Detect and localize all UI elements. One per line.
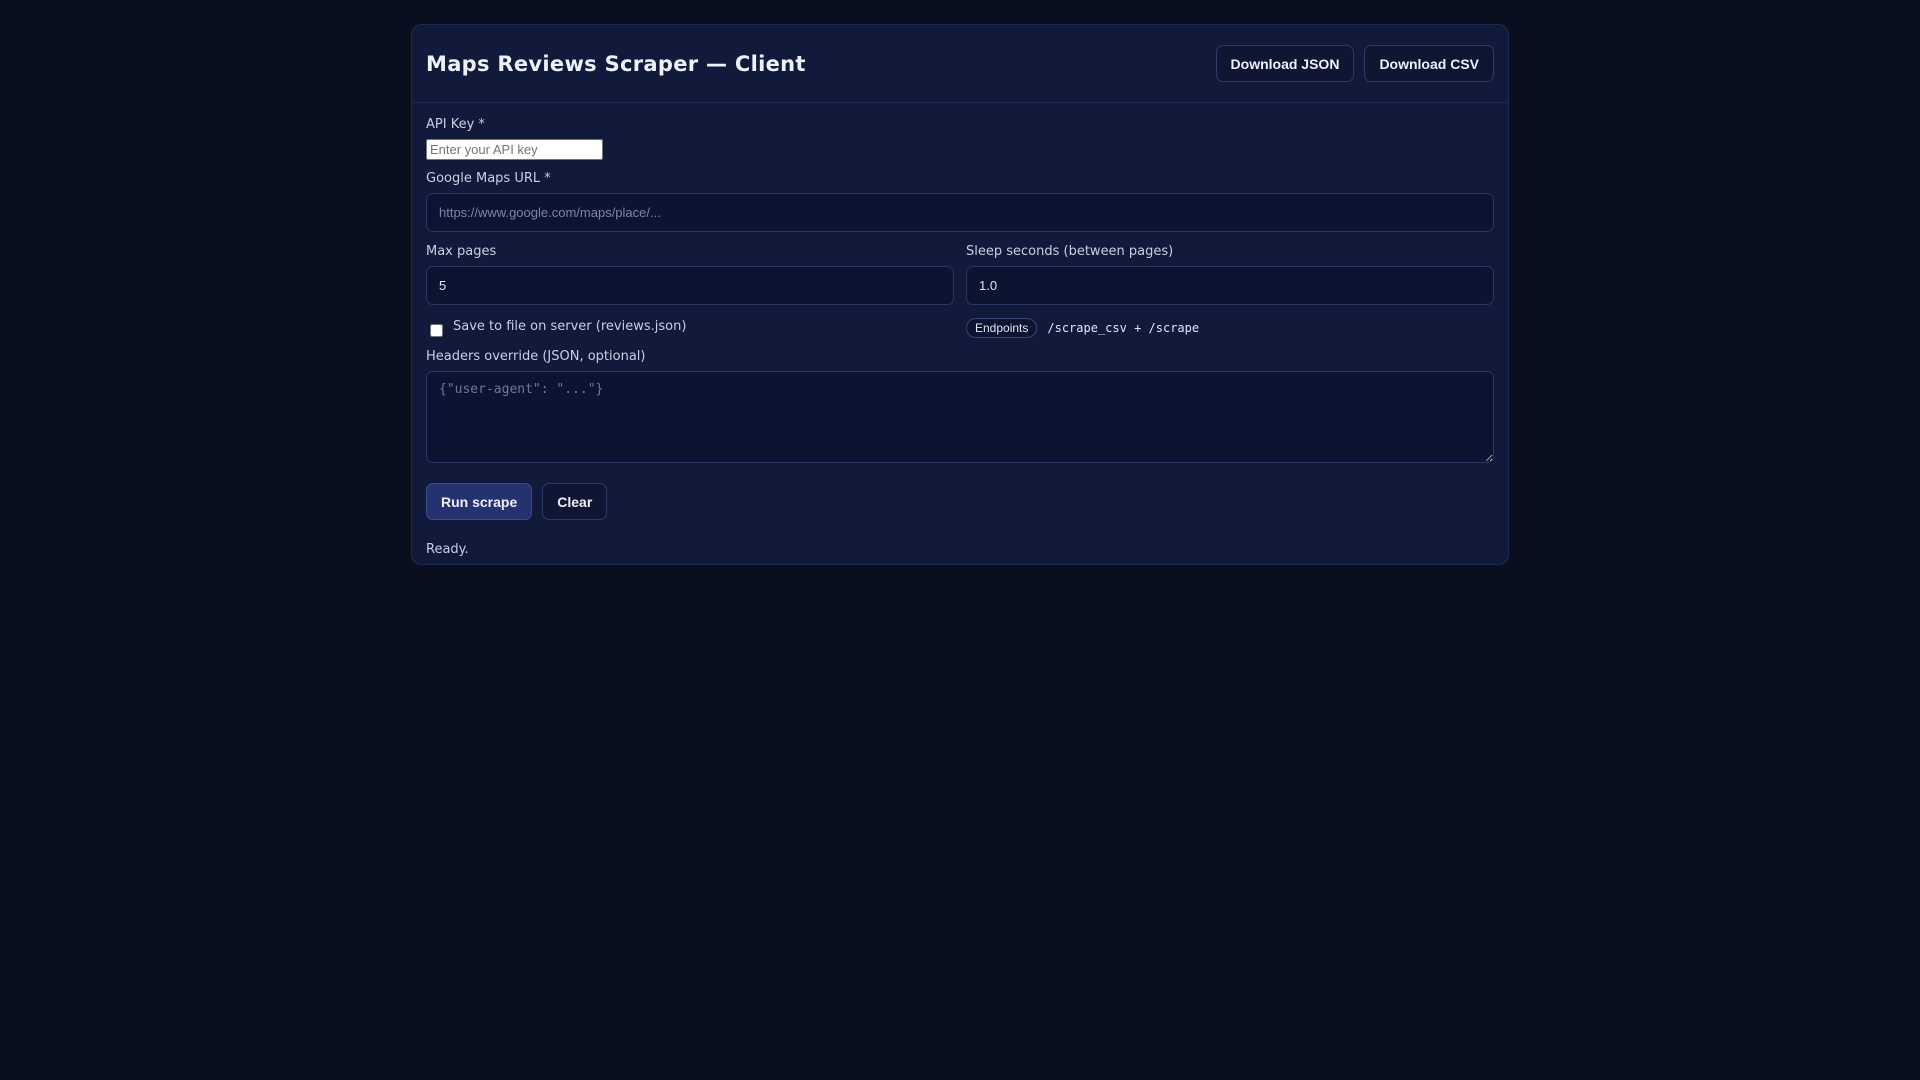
run-scrape-button[interactable]: Run scrape xyxy=(426,483,533,520)
endpoints-info: Endpoints /scrape_csv + /scrape xyxy=(966,315,1494,341)
headers-override-textarea[interactable] xyxy=(426,371,1494,463)
save-to-file-checkbox[interactable] xyxy=(430,323,443,337)
sleep-seconds-input[interactable] xyxy=(966,266,1494,305)
panel-header: Maps Reviews Scraper — Client Download J… xyxy=(412,25,1508,103)
form-actions: Run scrape Clear xyxy=(426,483,1494,520)
save-to-file-label: Save to file on server (reviews.json) xyxy=(453,318,687,334)
download-csv-button[interactable]: Download CSV xyxy=(1364,45,1494,82)
endpoints-badge: Endpoints xyxy=(966,318,1038,338)
scraper-panel: Maps Reviews Scraper — Client Download J… xyxy=(411,24,1509,565)
api-key-label: API Key * xyxy=(426,117,485,132)
header-actions: Download JSON Download CSV xyxy=(1215,45,1494,82)
page-title: Maps Reviews Scraper — Client xyxy=(426,51,806,76)
pages-sleep-row: Max pages Sleep seconds (between pages) xyxy=(426,244,1494,305)
endpoints-text: /scrape_csv + /scrape xyxy=(1047,321,1200,335)
download-json-button[interactable]: Download JSON xyxy=(1215,45,1355,82)
api-key-input[interactable] xyxy=(426,139,603,160)
form-body: API Key * Google Maps URL * Max pages Sl… xyxy=(412,103,1508,557)
headers-override-label: Headers override (JSON, optional) xyxy=(426,349,646,364)
clear-button[interactable]: Clear xyxy=(542,483,608,520)
options-row: Save to file on server (reviews.json) En… xyxy=(426,315,1494,341)
maps-url-input[interactable] xyxy=(426,193,1494,232)
status-text: Ready. xyxy=(426,542,469,557)
sleep-seconds-label: Sleep seconds (between pages) xyxy=(966,244,1174,259)
max-pages-label: Max pages xyxy=(426,244,497,259)
maps-url-label: Google Maps URL * xyxy=(426,171,551,186)
max-pages-input[interactable] xyxy=(426,266,954,305)
